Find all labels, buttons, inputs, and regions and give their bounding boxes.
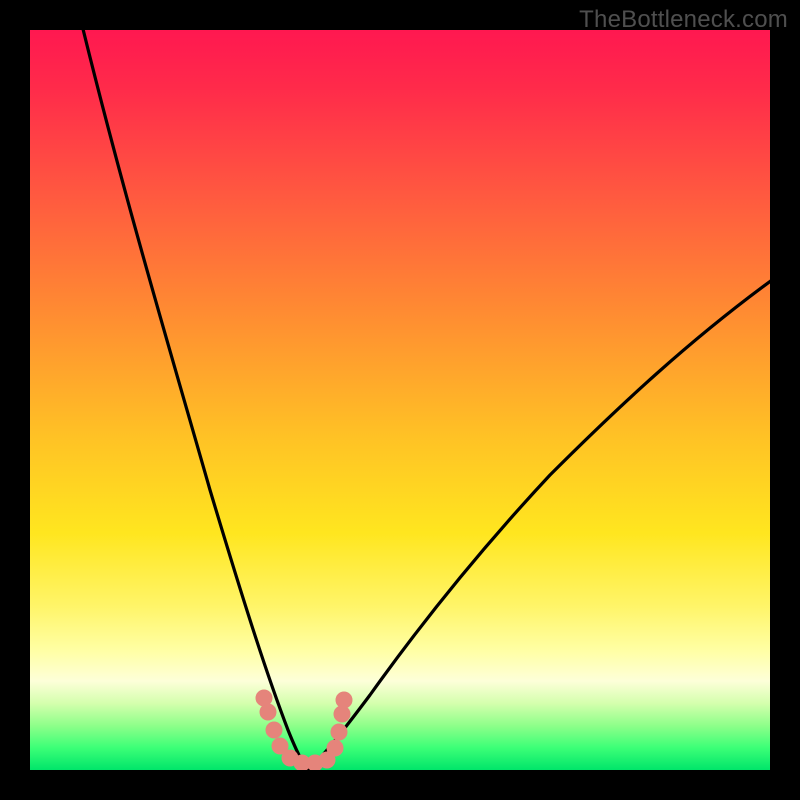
marker-cluster	[256, 690, 352, 770]
plot-area	[30, 30, 770, 770]
watermark-text: TheBottleneck.com	[579, 6, 788, 34]
curve-overlay	[30, 30, 770, 770]
chart-frame: TheBottleneck.com	[0, 0, 800, 800]
curve-left	[82, 30, 308, 770]
curve-right	[308, 280, 770, 770]
